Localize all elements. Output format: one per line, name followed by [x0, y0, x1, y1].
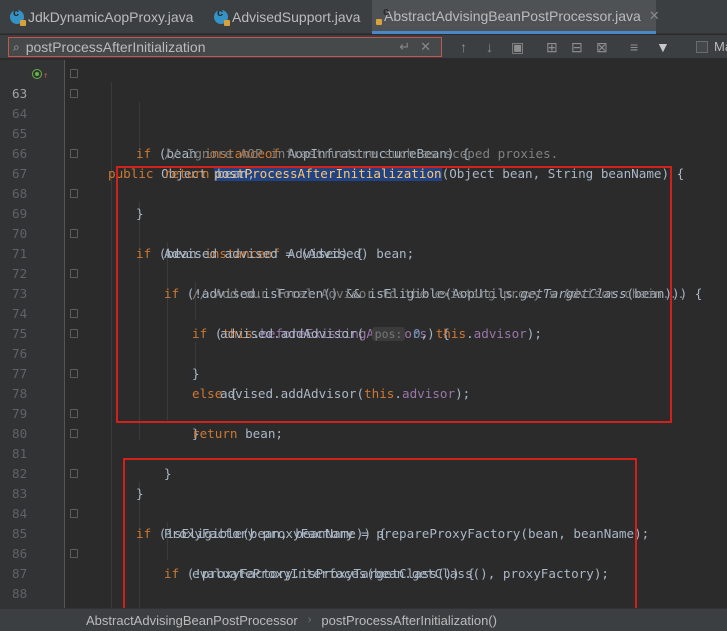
previous-occurrence-icon[interactable]: ↑	[460, 39, 467, 55]
java-class-icon	[10, 7, 26, 26]
fold-toggle-icon[interactable]	[70, 509, 78, 518]
fold-toggle-icon[interactable]	[70, 429, 78, 438]
editor-tab-bar: JdkDynamicAopProxy.java AdvisedSupport.j…	[0, 0, 727, 34]
close-tab-icon[interactable]: ✕	[649, 8, 660, 24]
fold-toggle-icon[interactable]	[70, 469, 78, 478]
annotation-box-advised-branch	[116, 166, 672, 423]
code-line[interactable]: 66 return bean;	[0, 124, 727, 181]
filter-icon[interactable]: ▼	[656, 39, 670, 55]
find-bar: ⌕ postProcessAfterInitialization ↵ ✕ ↑ ↓…	[0, 35, 727, 59]
search-icon[interactable]: ⌕	[13, 40, 20, 55]
tab-advised-support[interactable]: AdvisedSupport.java	[208, 0, 372, 34]
code-line[interactable]: 63 ↑ public Object postProcessAfterIniti…	[0, 64, 727, 181]
fold-toggle-icon[interactable]	[70, 229, 78, 238]
breadcrumb: AbstractAdvisingBeanPostProcessor › post…	[0, 608, 727, 631]
annotation-box-eligible-branch	[123, 458, 637, 620]
clear-search-icon[interactable]: ✕	[420, 39, 431, 55]
tab-label: JdkDynamicAopProxy.java	[28, 9, 194, 25]
fold-toggle-icon[interactable]	[70, 409, 78, 418]
select-all-icon[interactable]: ⊠	[596, 39, 608, 56]
tab-abstract-advising-bean-post-processor[interactable]: AbstractAdvisingBeanPostProcessor.java ✕	[372, 0, 660, 34]
java-class-icon	[214, 7, 230, 26]
fold-toggle-icon[interactable]	[70, 369, 78, 378]
overriding-method-icon[interactable]	[32, 69, 42, 79]
match-case-label: Ma	[714, 39, 727, 54]
breadcrumb-method[interactable]: postProcessAfterInitialization()	[321, 613, 497, 628]
fold-toggle-icon[interactable]	[70, 189, 78, 198]
tab-jdk-dynamic-aop-proxy[interactable]: JdkDynamicAopProxy.java	[2, 0, 206, 34]
remove-selection-icon[interactable]: ⊟	[571, 39, 583, 56]
new-line-icon[interactable]: ↵	[399, 39, 410, 55]
tab-label: AbstractAdvisingBeanPostProcessor.java	[384, 7, 641, 24]
match-case-checkbox[interactable]	[696, 41, 708, 53]
code-line[interactable]: 81 }	[0, 424, 727, 501]
breadcrumb-class[interactable]: AbstractAdvisingBeanPostProcessor	[86, 613, 298, 628]
fold-toggle-icon[interactable]	[70, 149, 78, 158]
code-line[interactable]: 65 // Ignore AOP infrastructure such as …	[0, 104, 727, 161]
add-selection-icon[interactable]: ⊞	[546, 39, 558, 56]
fold-toggle-icon[interactable]	[70, 89, 78, 98]
search-history-icon[interactable]: ≡	[630, 39, 638, 55]
code-line[interactable]: 64 if (bean instanceof AopInfrastructure…	[0, 84, 727, 161]
fold-toggle-icon[interactable]	[70, 269, 78, 278]
implements-arrow-icon: ↑	[43, 71, 49, 81]
fold-toggle-icon[interactable]	[70, 309, 78, 318]
fold-toggle-icon[interactable]	[70, 329, 78, 338]
code-line[interactable]: 67 }	[0, 144, 727, 221]
code-editor[interactable]: 63 ↑ public Object postProcessAfterIniti…	[0, 60, 727, 631]
chevron-right-icon: ›	[307, 614, 312, 626]
tab-label: AdvisedSupport.java	[232, 9, 361, 25]
search-query[interactable]: postProcessAfterInitialization	[26, 39, 399, 55]
search-input[interactable]: ⌕ postProcessAfterInitialization ↵ ✕	[8, 37, 442, 57]
select-all-occurrences-icon[interactable]: ▣	[511, 39, 524, 56]
fold-toggle-icon[interactable]	[70, 549, 78, 558]
next-occurrence-icon[interactable]: ↓	[486, 39, 493, 55]
fold-toggle-icon[interactable]	[70, 69, 78, 78]
